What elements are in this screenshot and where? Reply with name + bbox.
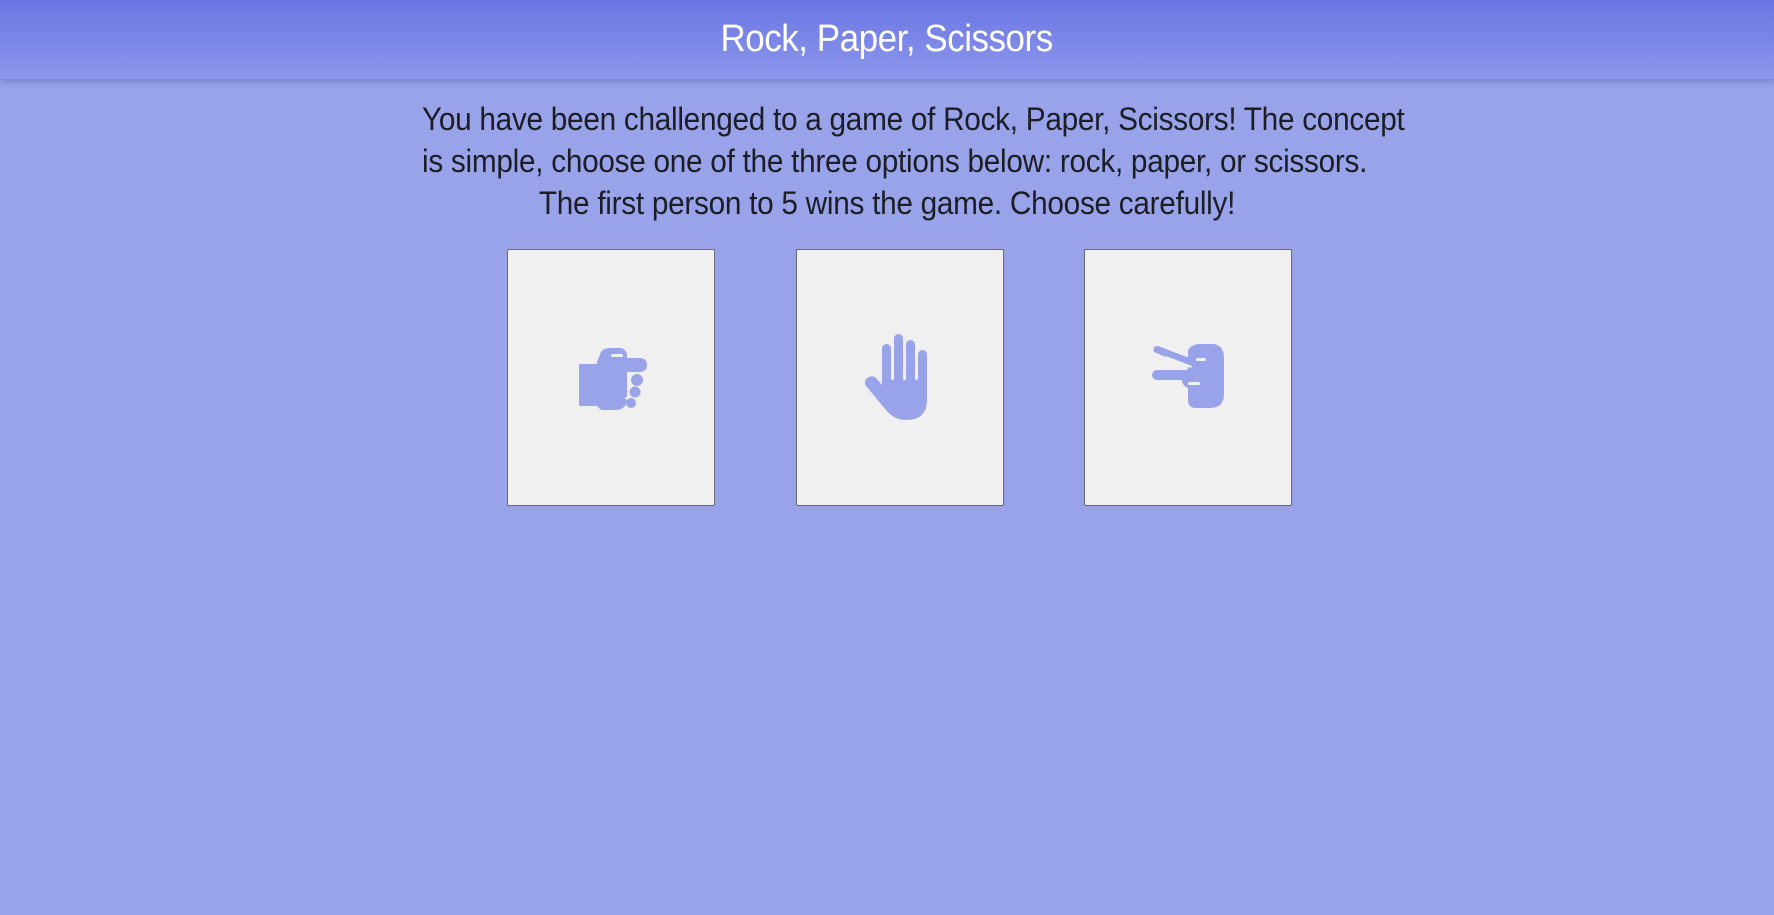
paper-button[interactable] xyxy=(796,249,1004,506)
hand-paper-icon xyxy=(860,330,940,426)
page-title: Rock, Paper, Scissors xyxy=(720,18,1054,60)
choice-row xyxy=(507,249,1295,509)
page-header: Rock, Paper, Scissors xyxy=(0,0,1774,79)
intro-line-2: is simple, choose one of the three optio… xyxy=(422,143,1368,179)
scissors-button[interactable] xyxy=(1084,249,1292,506)
intro-text: You have been challenged to a game of Ro… xyxy=(387,98,1405,224)
hand-scissors-icon xyxy=(1148,338,1228,418)
hand-rock-icon xyxy=(571,338,651,418)
intro-line-3: The first person to 5 wins the game. Cho… xyxy=(538,185,1236,221)
rock-button[interactable] xyxy=(507,249,715,506)
intro-line-1: You have been challenged to a game of Ro… xyxy=(422,101,1405,137)
